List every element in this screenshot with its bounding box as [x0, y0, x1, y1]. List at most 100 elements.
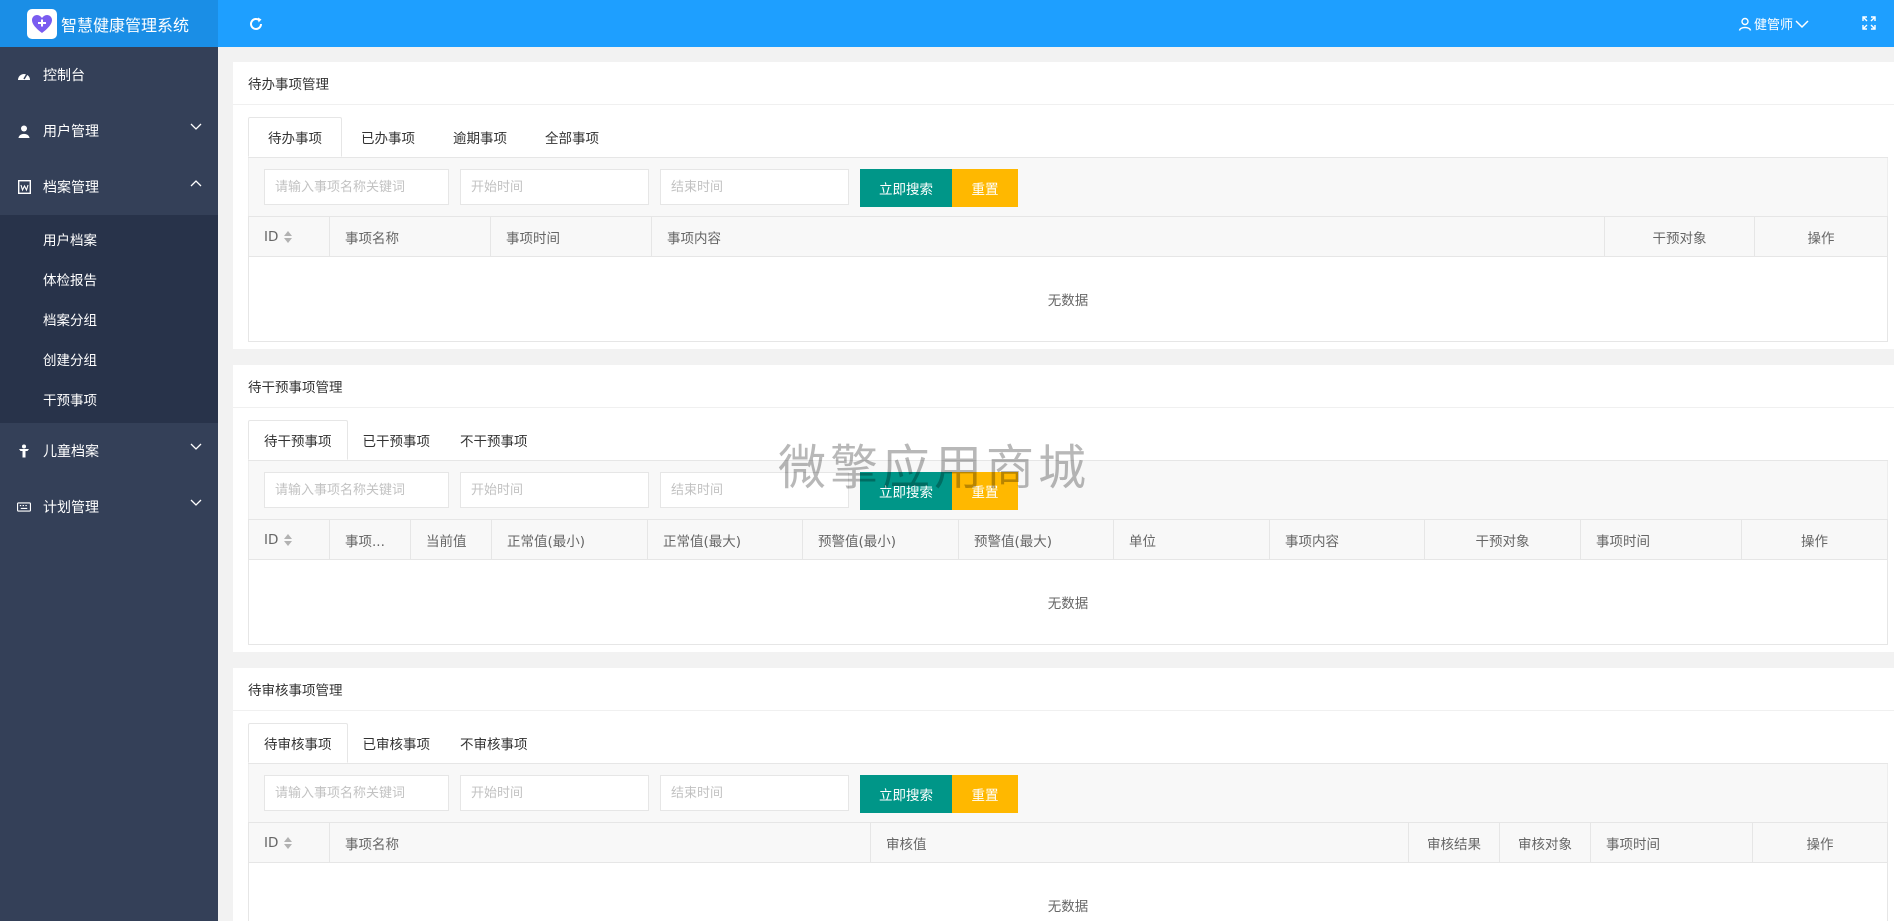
column-header: 当前值	[411, 520, 492, 559]
table-header: ID 事项名称 审核值 审核结果 审核对象 事项时间 操作	[249, 823, 1887, 863]
tab-no-review[interactable]: 不审核事项	[445, 723, 543, 763]
submenu-item-user-archive[interactable]: 用户档案	[0, 219, 218, 259]
reset-button[interactable]: 重置	[952, 472, 1018, 510]
column-header: 操作	[1807, 230, 1835, 247]
refresh-icon[interactable]	[242, 10, 270, 37]
column-header-id[interactable]: ID	[249, 520, 330, 559]
tab-pending-intervention[interactable]: 待干预事项	[248, 420, 348, 460]
top-header: 智慧健康管理系统 健管师	[0, 0, 1894, 47]
sidebar-item-plans[interactable]: 计划管理	[0, 479, 218, 535]
start-time-input[interactable]	[460, 472, 649, 508]
column-header: 单位	[1114, 520, 1270, 559]
column-header: 事项时间	[1581, 520, 1742, 559]
sort-icon[interactable]	[284, 533, 293, 546]
sidebar-item-users[interactable]: 用户管理	[0, 103, 218, 159]
submenu-item-archive-group[interactable]: 档案分组	[0, 299, 218, 339]
user-name: 健管师	[1754, 18, 1794, 33]
column-header: 审核对象	[1500, 823, 1591, 862]
column-header: 预警值(最小)	[803, 520, 959, 559]
keyword-input[interactable]	[264, 472, 449, 508]
sidebar: 控制台 用户管理 档案管理 用户档案 体检报告 档案分组 创建分组 干预事项 儿…	[0, 47, 218, 921]
tab-bar: 待办事项 已办事项 逾期事项 全部事项	[248, 117, 1888, 158]
chevron-down-icon	[190, 499, 202, 506]
document-icon	[17, 180, 31, 194]
data-table: ID 事项... 当前值 正常值(最小) 正常值(最大) 预警值(最小) 预警值…	[248, 519, 1888, 645]
start-time-input[interactable]	[460, 775, 649, 811]
sidebar-item-label: 档案管理	[43, 180, 99, 196]
todo-management-card: 待办事项管理 待办事项 已办事项 逾期事项 全部事项 立即搜索 重置 ID 事项…	[233, 62, 1894, 349]
chevron-down-icon	[1795, 19, 1809, 28]
empty-state: 无数据	[1047, 596, 1089, 612]
start-time-input[interactable]	[460, 169, 649, 205]
column-header: 正常值(最小)	[492, 520, 648, 559]
chevron-up-icon	[190, 180, 202, 187]
card-title: 待办事项管理	[233, 62, 1894, 105]
search-toolbar: 立即搜索 重置	[248, 764, 1888, 822]
sort-icon[interactable]	[284, 836, 293, 849]
column-header: 事项名称	[330, 217, 491, 256]
user-icon	[17, 124, 31, 138]
column-header: 审核值	[871, 823, 1409, 862]
sidebar-item-label: 儿童档案	[43, 444, 99, 460]
reset-button[interactable]: 重置	[952, 169, 1018, 207]
column-header: 正常值(最大)	[648, 520, 803, 559]
column-header: 预警值(最大)	[959, 520, 1114, 559]
submenu-item-exam-report[interactable]: 体检报告	[0, 259, 218, 299]
tab-bar: 待审核事项 已审核事项 不审核事项	[248, 723, 1888, 764]
empty-state: 无数据	[1047, 899, 1089, 915]
chevron-down-icon	[190, 443, 202, 450]
sidebar-item-dashboard[interactable]: 控制台	[0, 47, 218, 103]
column-header: 操作	[1806, 836, 1834, 853]
sidebar-item-child-archives[interactable]: 儿童档案	[0, 423, 218, 479]
column-header: 事项内容	[652, 217, 1605, 256]
user-icon	[1738, 17, 1752, 31]
column-header: 事项名称	[330, 823, 871, 862]
reset-button[interactable]: 重置	[952, 775, 1018, 813]
tab-overdue[interactable]: 逾期事项	[434, 117, 526, 157]
empty-state: 无数据	[1047, 293, 1089, 309]
end-time-input[interactable]	[660, 472, 849, 508]
app-title: 智慧健康管理系统	[61, 15, 190, 35]
search-button[interactable]: 立即搜索	[860, 472, 952, 510]
tab-intervened[interactable]: 已干预事项	[348, 420, 446, 460]
data-table: ID 事项名称 审核值 审核结果 审核对象 事项时间 操作 无数据	[248, 822, 1888, 921]
search-toolbar: 立即搜索 重置	[248, 158, 1888, 216]
tab-reviewed[interactable]: 已审核事项	[348, 723, 446, 763]
column-header: 事项...	[330, 520, 411, 559]
column-header: 操作	[1801, 533, 1828, 550]
card-title: 待干预事项管理	[233, 365, 1894, 408]
sidebar-item-label: 用户管理	[43, 124, 99, 140]
tab-all[interactable]: 全部事项	[526, 117, 618, 157]
tab-done[interactable]: 已办事项	[342, 117, 434, 157]
end-time-input[interactable]	[660, 169, 849, 205]
dashboard-icon	[17, 68, 31, 82]
sidebar-item-archives[interactable]: 档案管理	[0, 159, 218, 215]
keyword-input[interactable]	[264, 775, 449, 811]
submenu-item-intervention[interactable]: 干预事项	[0, 379, 218, 419]
column-header: 事项内容	[1270, 520, 1425, 559]
card-title: 待审核事项管理	[233, 668, 1894, 711]
review-management-card: 待审核事项管理 待审核事项 已审核事项 不审核事项 立即搜索 重置 ID 事项名…	[233, 668, 1894, 921]
user-menu[interactable]: 健管师	[1738, 0, 1809, 47]
tab-pending[interactable]: 待办事项	[248, 117, 342, 157]
search-button[interactable]: 立即搜索	[860, 169, 952, 207]
column-header-id[interactable]: ID	[249, 823, 330, 862]
end-time-input[interactable]	[660, 775, 849, 811]
search-button[interactable]: 立即搜索	[860, 775, 952, 813]
table-header: ID 事项... 当前值 正常值(最小) 正常值(最大) 预警值(最小) 预警值…	[249, 520, 1887, 560]
tab-bar: 待干预事项 已干预事项 不干预事项	[248, 420, 1888, 461]
tab-no-intervention[interactable]: 不干预事项	[445, 420, 543, 460]
keyword-input[interactable]	[264, 169, 449, 205]
column-header-id[interactable]: ID	[249, 217, 330, 256]
logo-area[interactable]: 智慧健康管理系统	[0, 0, 218, 47]
tab-pending-review[interactable]: 待审核事项	[248, 723, 348, 763]
column-header: 干预对象	[1425, 520, 1581, 559]
column-header: 事项时间	[491, 217, 652, 256]
sort-icon[interactable]	[284, 230, 293, 243]
column-header: 干预对象	[1605, 217, 1755, 256]
chevron-down-icon	[190, 123, 202, 130]
submenu-item-create-group[interactable]: 创建分组	[0, 339, 218, 379]
fullscreen-icon[interactable]	[1858, 12, 1880, 34]
column-header: 事项时间	[1591, 823, 1753, 862]
intervention-management-card: 待干预事项管理 待干预事项 已干预事项 不干预事项 立即搜索 重置 ID 事项.…	[233, 365, 1894, 652]
